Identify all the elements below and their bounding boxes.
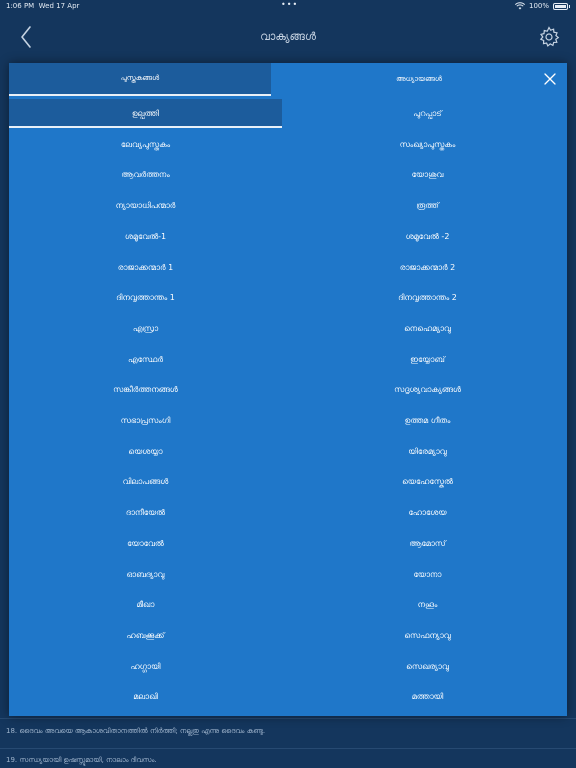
book-row: വിലാപങ്ങൾ യെഹേസ്കേൽ xyxy=(9,467,567,498)
book-row: സഭാപ്രസംഗി ഉത്തമ ഗീതം xyxy=(9,406,567,437)
book-row: മീഖാ നഹൂം xyxy=(9,590,567,621)
book-item[interactable]: സംഖ്യാപുസ്തകം xyxy=(288,130,567,159)
book-item[interactable]: യിരേമ്യാവു xyxy=(288,437,567,466)
book-row: ന്യായാധിപന്മാർ രൂത്ത് xyxy=(9,191,567,222)
status-right: 100% xyxy=(514,2,570,10)
book-row: ദിനവൃത്താന്തം 1 ദിനവൃത്താന്തം 2 xyxy=(9,283,567,314)
book-row: ലേവ്യപുസ്തകം സംഖ്യാപുസ്തകം xyxy=(9,130,567,161)
book-item[interactable]: ദിനവൃത്താന്തം 2 xyxy=(288,283,567,312)
status-bar: 1:06 PM Wed 17 Apr ••• 100% xyxy=(0,0,576,14)
verse-item[interactable]: 18. ദൈവം അവയെ ആകാശവിതാനത്തിൽ നിർത്തി; നല… xyxy=(6,727,265,736)
book-item[interactable]: രാജാക്കന്മാർ 1 xyxy=(9,253,282,282)
book-item[interactable]: മലാഖി xyxy=(9,682,282,711)
book-item[interactable]: ന്യായാധിപന്മാർ xyxy=(9,191,282,220)
book-item[interactable]: രാജാക്കന്മാർ 2 xyxy=(288,253,567,282)
wifi-icon xyxy=(514,2,525,10)
status-date-text: Wed 17 Apr xyxy=(38,2,80,10)
verse-item[interactable]: 19. സന്ധ്യയായി ഉഷസ്സുമായി, നാലാം ദിവസം. xyxy=(6,756,157,765)
book-item[interactable]: യോവേൽ xyxy=(9,529,282,558)
book-item[interactable]: വിലാപങ്ങൾ xyxy=(9,467,282,496)
book-item[interactable]: സെഫന്യാവു xyxy=(288,621,567,650)
verse-divider xyxy=(0,718,576,719)
book-row: ഉല്പത്തി പുറപ്പാട് xyxy=(9,99,567,130)
book-row: ആവർത്തനം യോശുവ xyxy=(9,160,567,191)
book-item[interactable]: ആവർത്തനം xyxy=(9,160,282,189)
gear-icon[interactable] xyxy=(538,26,560,48)
close-icon[interactable] xyxy=(542,71,558,87)
book-item[interactable]: മത്തായി xyxy=(288,682,567,711)
book-item[interactable]: എസ്രാ xyxy=(9,314,282,343)
book-item[interactable]: യോശുവ xyxy=(288,160,567,189)
book-row: രാജാക്കന്മാർ 1 രാജാക്കന്മാർ 2 xyxy=(9,253,567,284)
book-item[interactable]: ദിനവൃത്താന്തം 1 xyxy=(9,283,282,312)
book-item[interactable]: യെശയ്യാ xyxy=(9,437,282,466)
book-item[interactable]: ആമോസ് xyxy=(288,529,567,558)
book-item[interactable]: പുറപ്പാട് xyxy=(288,99,567,128)
book-picker-modal: പുസ്തകങ്ങൾ അധ്യായങ്ങൾ ഉല്പത്തി പുറപ്പാട് ല… xyxy=(9,63,567,716)
status-time: 1:06 PM Wed 17 Apr xyxy=(6,2,79,10)
book-row: എസ്ഥേർ ഇയ്യോബ് xyxy=(9,345,567,376)
book-item[interactable]: സങ്കീർത്തനങ്ങൾ xyxy=(9,375,282,404)
book-item[interactable]: ഹോശേയ xyxy=(288,498,567,527)
book-row: യെശയ്യാ യിരേമ്യാവു xyxy=(9,437,567,468)
multitask-dots-icon[interactable]: ••• xyxy=(281,0,298,9)
page-title: വാക്യങ്ങൾ xyxy=(260,30,316,43)
book-item[interactable]: ദാനീയേൽ xyxy=(9,498,282,527)
book-item[interactable]: എസ്ഥേർ xyxy=(9,345,282,374)
verse-divider xyxy=(0,748,576,749)
book-item[interactable]: സദൃശ്യവാക്യങ്ങൾ xyxy=(288,375,567,404)
book-row: യോവേൽ ആമോസ് xyxy=(9,529,567,560)
battery-icon xyxy=(553,2,570,10)
book-item[interactable]: നഹൂം xyxy=(288,590,567,619)
picker-tabs: പുസ്തകങ്ങൾ അധ്യായങ്ങൾ xyxy=(9,63,567,96)
book-item[interactable]: യോനാ xyxy=(288,560,567,589)
book-item[interactable]: മീഖാ xyxy=(9,590,282,619)
tab-books[interactable]: പുസ്തകങ്ങൾ xyxy=(9,63,271,96)
book-item[interactable]: സെഖര്യാവു xyxy=(288,652,567,681)
book-item[interactable]: ശമൂവേൽ -2 xyxy=(288,222,567,251)
book-row: ദാനീയേൽ ഹോശേയ xyxy=(9,498,567,529)
book-item[interactable]: ശമൂവേൽ-1 xyxy=(9,222,282,251)
book-item[interactable]: സഭാപ്രസംഗി xyxy=(9,406,282,435)
book-item[interactable]: ഉത്തമ ഗീതം xyxy=(288,406,567,435)
nav-bar: വാക്യങ്ങൾ xyxy=(0,14,576,60)
battery-fill xyxy=(555,4,566,8)
book-row: മലാഖി മത്തായി xyxy=(9,682,567,713)
book-item[interactable]: ഇയ്യോബ് xyxy=(288,345,567,374)
book-item[interactable]: ലേവ്യപുസ്തകം xyxy=(9,130,282,159)
book-item[interactable]: ഓബദ്യാവു xyxy=(9,560,282,589)
status-time-text: 1:06 PM xyxy=(6,2,35,10)
book-item[interactable]: ഹബക്കൂക്ക് xyxy=(9,621,282,650)
book-item[interactable]: യെഹേസ്കേൽ xyxy=(288,467,567,496)
battery-percent: 100% xyxy=(528,2,549,10)
book-item[interactable]: നെഹെമ്യാവു xyxy=(288,314,567,343)
book-row: ഹബക്കൂക്ക് സെഫന്യാവു xyxy=(9,621,567,652)
book-item[interactable]: രൂത്ത് xyxy=(288,191,567,220)
book-item[interactable]: ഹഗ്ഗായി xyxy=(9,652,282,681)
book-row: ശമൂവേൽ-1 ശമൂവേൽ -2 xyxy=(9,222,567,253)
book-row: ഓബദ്യാവു യോനാ xyxy=(9,560,567,591)
book-row: എസ്രാ നെഹെമ്യാവു xyxy=(9,314,567,345)
book-row: ഹഗ്ഗായി സെഖര്യാവു xyxy=(9,652,567,683)
tab-chapters[interactable]: അധ്യായങ്ങൾ xyxy=(271,63,567,96)
book-row: സങ്കീർത്തനങ്ങൾ സദൃശ്യവാക്യങ്ങൾ xyxy=(9,375,567,406)
book-item[interactable]: ഉല്പത്തി xyxy=(9,99,282,128)
